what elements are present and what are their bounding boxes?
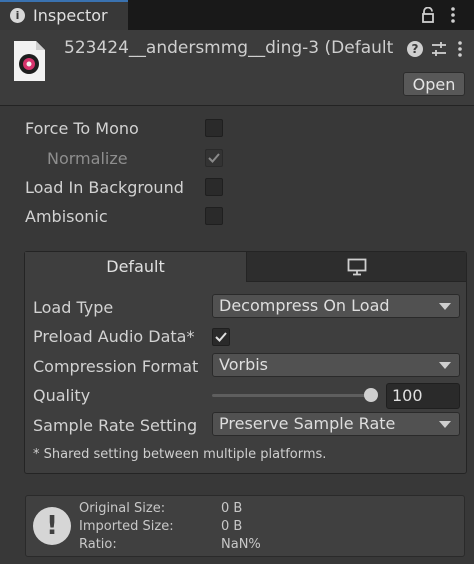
presets-sliders-icon[interactable] — [430, 40, 448, 58]
asset-title: 523424__andersmmg__ding-3 (Default — [64, 38, 394, 58]
dropdown-arrow-icon — [439, 421, 451, 428]
compression-format-label: Compression Format — [33, 357, 199, 376]
imported-size-value: 0 B — [221, 519, 243, 534]
normalize-checkbox[interactable] — [205, 149, 223, 167]
load-type-value: Decompress On Load — [219, 296, 390, 315]
original-size-label: Original Size: — [79, 501, 166, 516]
quality-slider[interactable] — [212, 394, 372, 397]
checkmark-icon — [215, 332, 227, 342]
preload-audio-data-label: Preload Audio Data* — [33, 327, 195, 346]
ratio-value: NaN% — [221, 537, 261, 552]
sample-rate-setting-dropdown[interactable]: Preserve Sample Rate — [212, 412, 460, 436]
open-button[interactable]: Open — [403, 72, 465, 96]
ambisonic-label: Ambisonic — [25, 207, 108, 226]
dropdown-arrow-icon — [439, 303, 451, 310]
checkmark-icon — [208, 153, 220, 163]
load-in-background-checkbox[interactable] — [205, 178, 223, 196]
normalize-label: Normalize — [47, 149, 128, 168]
ratio-label: Ratio: — [79, 537, 117, 552]
tab-title: Inspector — [33, 6, 108, 25]
monitor-icon — [347, 258, 367, 276]
original-size-value: 0 B — [221, 501, 243, 516]
force-to-mono-label: Force To Mono — [25, 119, 139, 138]
force-to-mono-checkbox[interactable] — [205, 119, 223, 137]
kebab-menu-icon[interactable] — [448, 6, 458, 24]
quality-label: Quality — [33, 386, 91, 405]
imported-size-label: Imported Size: — [79, 519, 174, 534]
sample-rate-setting-label: Sample Rate Setting — [33, 416, 198, 435]
dropdown-arrow-icon — [439, 362, 451, 369]
info-icon: i — [10, 8, 25, 23]
more-vertical-icon[interactable] — [456, 40, 464, 58]
tab-standalone[interactable] — [246, 252, 466, 282]
preload-audio-data-checkbox[interactable] — [212, 328, 230, 346]
ambisonic-checkbox[interactable] — [205, 207, 223, 225]
load-in-background-label: Load In Background — [25, 178, 184, 197]
tab-default[interactable]: Default — [25, 252, 246, 283]
help-icon[interactable]: ? — [407, 41, 423, 57]
lock-icon[interactable] — [420, 6, 436, 23]
shared-setting-note: * Shared setting between multiple platfo… — [33, 447, 327, 462]
load-type-dropdown[interactable]: Decompress On Load — [212, 294, 460, 318]
quality-field[interactable]: 100 — [386, 383, 460, 409]
compression-format-dropdown[interactable]: Vorbis — [212, 353, 460, 377]
quality-slider-thumb[interactable] — [364, 388, 378, 402]
warning-exclamation-icon: ! — [33, 507, 71, 545]
audio-file-icon — [12, 40, 46, 82]
load-type-label: Load Type — [33, 298, 114, 317]
sample-rate-setting-value: Preserve Sample Rate — [219, 414, 396, 433]
compression-format-value: Vorbis — [219, 355, 269, 374]
